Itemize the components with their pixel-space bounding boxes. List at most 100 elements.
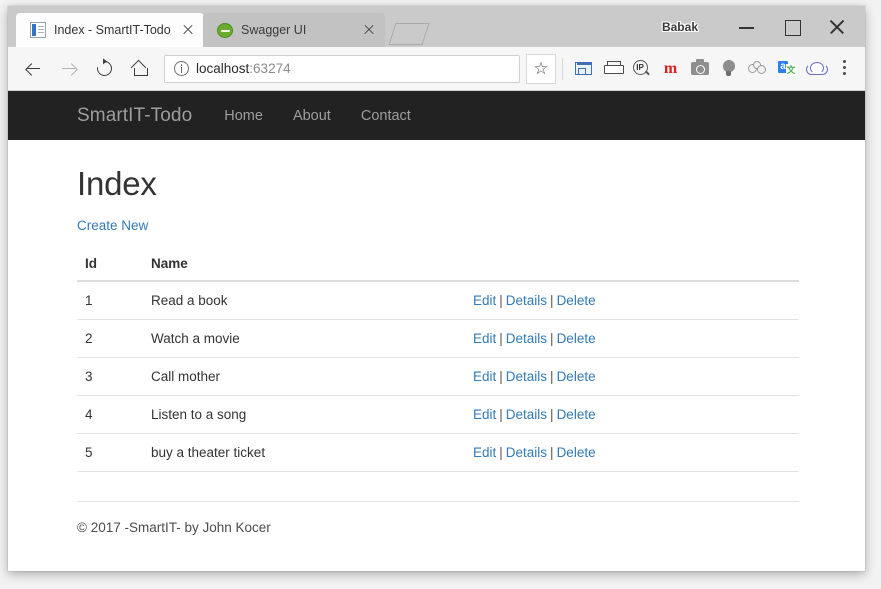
cell-name: buy a theater ticket [143, 434, 465, 472]
translate-glyph [778, 61, 795, 77]
home-icon [133, 62, 147, 75]
tab-list: Index - SmartIT-Todo Swagger UI [16, 12, 426, 47]
column-header-actions [465, 256, 799, 281]
edit-link[interactable]: Edit [473, 369, 496, 384]
tab-title: Swagger UI [241, 23, 353, 37]
url-host: localhost [196, 61, 249, 76]
browser-window: Index - SmartIT-Todo Swagger UI Babak [8, 6, 865, 571]
action-separator: | [499, 369, 503, 384]
cloud-glyph [806, 62, 826, 75]
cell-actions: Edit|Details|Delete [465, 358, 799, 396]
cell-id: 2 [77, 320, 143, 358]
screenshot-root: Index - SmartIT-Todo Swagger UI Babak [0, 0, 881, 589]
action-separator: | [550, 407, 554, 422]
details-link[interactable]: Details [506, 445, 547, 460]
action-separator: | [550, 293, 554, 308]
delete-link[interactable]: Delete [557, 445, 596, 460]
bubbles-icon[interactable] [743, 54, 772, 84]
footer-divider [77, 501, 799, 502]
translate-icon[interactable] [772, 54, 801, 84]
create-new-link[interactable]: Create New [77, 218, 148, 233]
action-separator: | [499, 293, 503, 308]
dots-glyph [843, 60, 847, 77]
info-icon[interactable] [174, 61, 189, 76]
reload-icon [94, 58, 115, 79]
footer-text: © 2017 -SmartIT- by John Kocer [77, 520, 865, 535]
url-text: localhost:63274 [196, 61, 291, 76]
ip-lookup-icon[interactable]: IP [627, 54, 656, 84]
edit-link[interactable]: Edit [473, 407, 496, 422]
forward-button[interactable] [53, 54, 83, 84]
page-title: Index [77, 165, 865, 203]
table-row: 1Read a bookEdit|Details|Delete [77, 281, 799, 320]
lightbulb-icon[interactable] [714, 54, 743, 84]
browser-toolbar: localhost:63274 ☆ IP m [8, 47, 865, 91]
camera-icon[interactable] [685, 54, 714, 84]
site-brand[interactable]: SmartIT-Todo [77, 105, 192, 127]
table-header-row: Id Name [77, 256, 799, 281]
edit-link[interactable]: Edit [473, 331, 496, 346]
cell-actions: Edit|Details|Delete [465, 281, 799, 320]
action-separator: | [499, 331, 503, 346]
browser-tab-index[interactable]: Index - SmartIT-Todo [16, 13, 204, 47]
table-body: 1Read a bookEdit|Details|Delete2Watch a … [77, 281, 799, 472]
cloud-icon[interactable] [801, 54, 830, 84]
nav-link-home[interactable]: Home [224, 108, 263, 124]
cell-name: Call mother [143, 358, 465, 396]
delete-link[interactable]: Delete [557, 293, 596, 308]
nav-link-about[interactable]: About [293, 108, 331, 124]
delete-link[interactable]: Delete [557, 369, 596, 384]
address-bar[interactable]: localhost:63274 [164, 55, 520, 83]
maximize-icon[interactable] [769, 6, 814, 47]
table-head: Id Name [77, 256, 799, 281]
site-navbar: SmartIT-Todo Home About Contact [8, 91, 865, 140]
column-header-id: Id [77, 256, 143, 281]
printer-glyph [604, 61, 622, 77]
details-link[interactable]: Details [506, 369, 547, 384]
page-viewport: SmartIT-Todo Home About Contact Index Cr… [8, 91, 865, 571]
table-row: 3Call motherEdit|Details|Delete [77, 358, 799, 396]
action-separator: | [499, 407, 503, 422]
delete-link[interactable]: Delete [557, 331, 596, 346]
cell-id: 1 [77, 281, 143, 320]
m-extension-icon[interactable]: m [656, 54, 685, 84]
home-button[interactable] [125, 54, 155, 84]
arrow-left-icon [26, 63, 38, 75]
new-tab-button[interactable] [388, 23, 429, 45]
arrow-right-icon [62, 63, 74, 75]
table-row: 4Listen to a songEdit|Details|Delete [77, 396, 799, 434]
printer-icon[interactable] [598, 54, 627, 84]
action-separator: | [550, 331, 554, 346]
tab-strip: Index - SmartIT-Todo Swagger UI Babak [8, 6, 865, 47]
site-nav-links: Home About Contact [224, 108, 441, 124]
tab-close-icon[interactable] [178, 20, 198, 40]
edit-link[interactable]: Edit [473, 445, 496, 460]
edit-link[interactable]: Edit [473, 293, 496, 308]
browser-tab-swagger[interactable]: Swagger UI [203, 13, 385, 47]
details-link[interactable]: Details [506, 331, 547, 346]
delete-link[interactable]: Delete [557, 407, 596, 422]
profile-name[interactable]: Babak [662, 20, 698, 34]
ip-glyph: IP [633, 60, 651, 78]
chrome-menu-icon[interactable] [830, 54, 859, 84]
action-separator: | [499, 445, 503, 460]
toolbar-divider [562, 58, 563, 80]
back-button[interactable] [17, 54, 47, 84]
minimize-icon[interactable] [724, 6, 769, 47]
cell-id: 4 [77, 396, 143, 434]
close-icon[interactable] [814, 6, 859, 47]
cell-name: Read a book [143, 281, 465, 320]
url-port: :63274 [249, 61, 290, 76]
action-separator: | [550, 445, 554, 460]
details-link[interactable]: Details [506, 293, 547, 308]
cell-actions: Edit|Details|Delete [465, 434, 799, 472]
nav-link-contact[interactable]: Contact [361, 108, 411, 124]
bookmark-star-icon[interactable]: ☆ [526, 54, 556, 84]
tab-close-icon[interactable] [359, 20, 379, 40]
screenshot-window-icon[interactable] [569, 54, 598, 84]
cell-actions: Edit|Details|Delete [465, 320, 799, 358]
table-row: 2Watch a movieEdit|Details|Delete [77, 320, 799, 358]
todo-table: Id Name 1Read a bookEdit|Details|Delete2… [77, 256, 799, 472]
details-link[interactable]: Details [506, 407, 547, 422]
reload-button[interactable] [89, 54, 119, 84]
